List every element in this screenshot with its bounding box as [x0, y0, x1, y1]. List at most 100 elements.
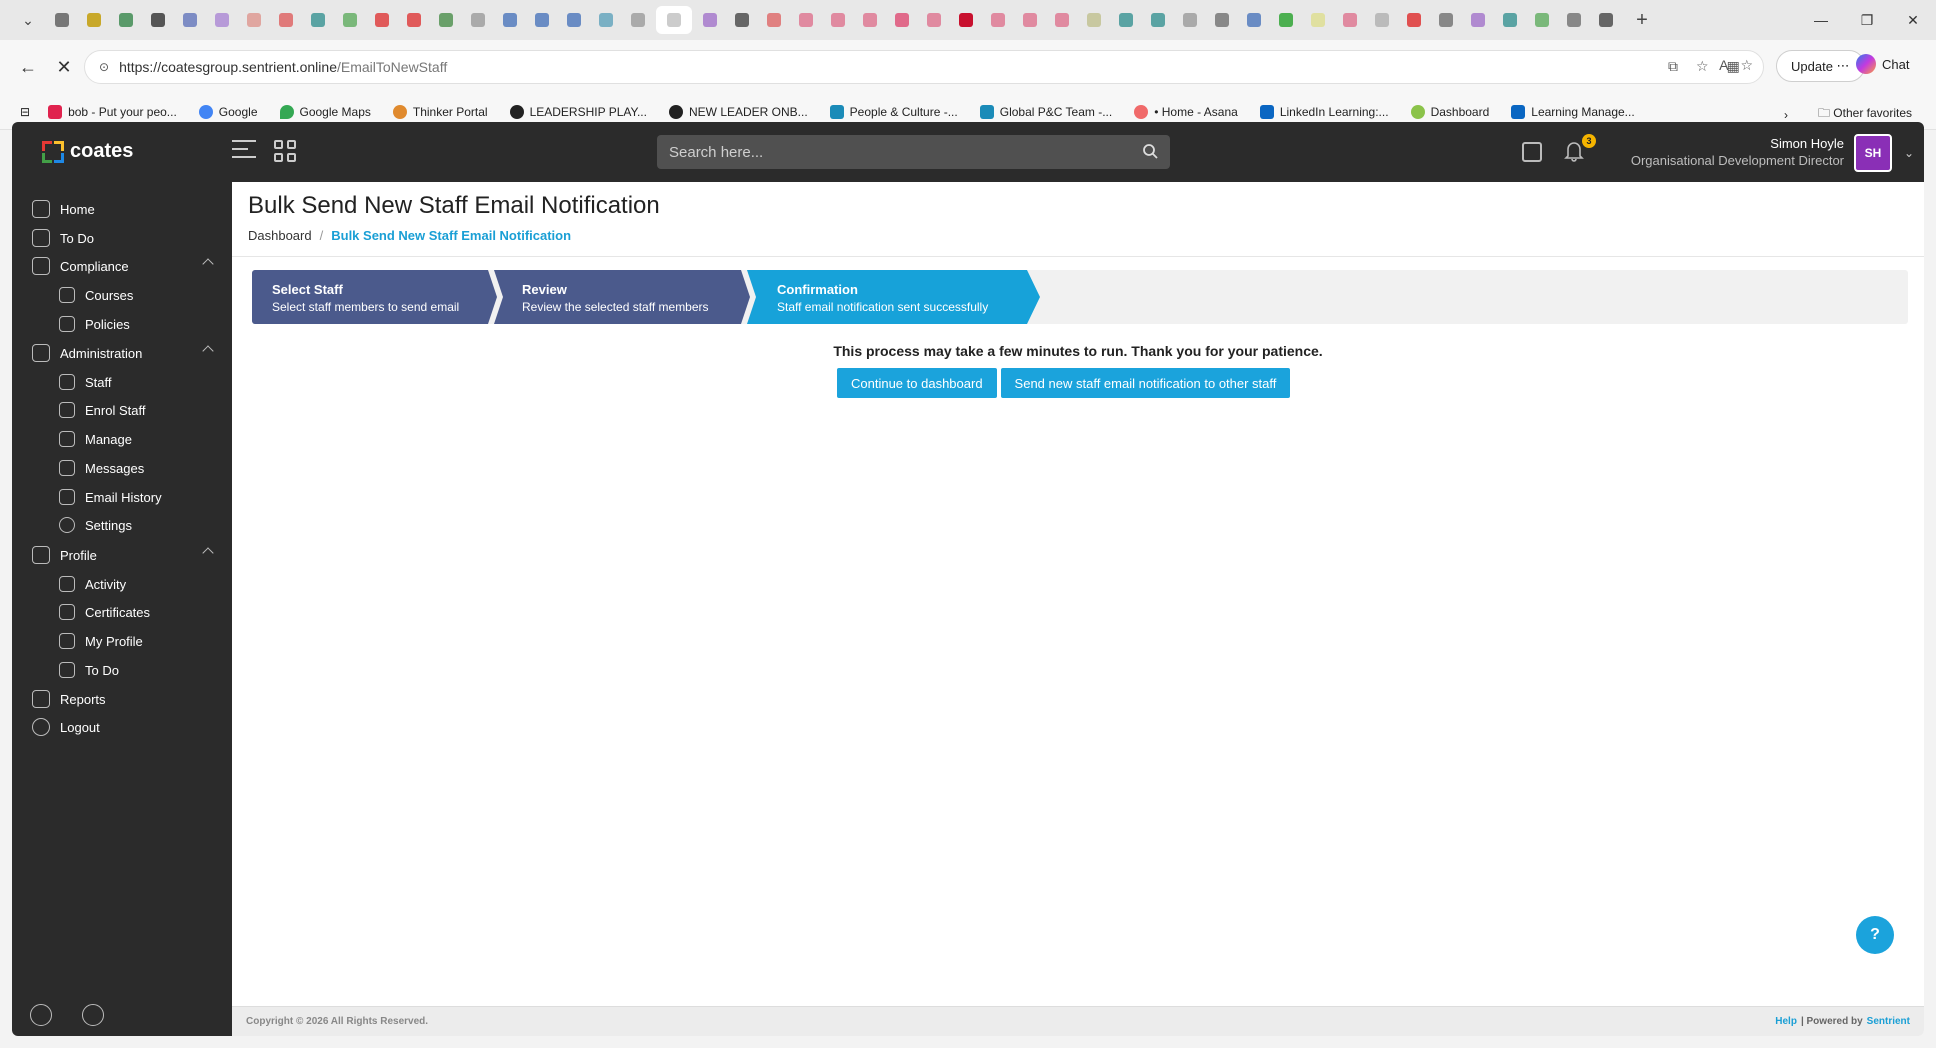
browser-tab[interactable] [760, 6, 788, 34]
browser-tab[interactable] [728, 6, 756, 34]
browser-tab[interactable] [400, 6, 428, 34]
sidebar-item-profile[interactable]: Profile [12, 540, 232, 570]
browser-tab[interactable] [1528, 6, 1556, 34]
search-icon[interactable] [1142, 143, 1158, 159]
browser-tab[interactable] [560, 6, 588, 34]
sidebar-item-manage[interactable]: Manage [12, 424, 232, 454]
search-input[interactable] [669, 143, 1109, 161]
browser-tab[interactable] [1304, 6, 1332, 34]
sidebar-item-reports[interactable]: Reports [12, 684, 232, 714]
sidebar-item-certificates[interactable]: Certificates [12, 597, 232, 627]
favorite-star-icon[interactable]: ☆ [1740, 57, 1753, 74]
browser-tab[interactable] [1496, 6, 1524, 34]
browser-tab[interactable] [112, 6, 140, 34]
bookmark-item[interactable]: Dashboard [1410, 104, 1489, 119]
reading-mode-icon[interactable]: ⊟ [20, 105, 30, 119]
browser-tab[interactable] [624, 6, 652, 34]
browser-tab[interactable] [696, 6, 724, 34]
help-link[interactable]: Help [1775, 1016, 1797, 1027]
sidebar-item-policies[interactable]: Policies [12, 309, 232, 339]
bookmark-item[interactable]: NEW LEADER ONB... [668, 104, 808, 119]
copilot-chat-button[interactable]: Chat [1856, 54, 1909, 74]
browser-tab[interactable] [336, 6, 364, 34]
bookmark-item[interactable]: bob - Put your peo... [48, 104, 177, 119]
tab-actions-icon[interactable]: ⌄ [14, 6, 42, 34]
bookmark-item[interactable]: • Home - Asana [1134, 104, 1238, 119]
minimize-icon[interactable]: — [1798, 0, 1844, 40]
help-fab-button[interactable]: ? [1856, 916, 1894, 954]
sidebar-item-messages[interactable]: Messages [12, 453, 232, 483]
vendor-link[interactable]: Sentrient [1867, 1016, 1910, 1027]
bookmark-item[interactable]: People & Culture -... [829, 104, 958, 119]
browser-tab[interactable] [464, 6, 492, 34]
bookmark-item[interactable]: Google [198, 104, 258, 119]
gear-icon[interactable] [82, 1004, 104, 1026]
browser-tab[interactable] [1464, 6, 1492, 34]
browser-tab[interactable] [1336, 6, 1364, 34]
browser-tab[interactable] [888, 6, 916, 34]
sidebar-item-courses[interactable]: Courses [12, 280, 232, 310]
browser-tab[interactable] [80, 6, 108, 34]
bookmark-item[interactable]: LinkedIn Learning:... [1259, 104, 1389, 119]
avatar[interactable]: SH [1854, 134, 1892, 172]
send-to-other-staff-button[interactable]: Send new staff email notification to oth… [1000, 368, 1291, 398]
browser-tab[interactable] [984, 6, 1012, 34]
browser-tab[interactable] [1112, 6, 1140, 34]
browser-tab[interactable] [528, 6, 556, 34]
browser-tab[interactable] [1432, 6, 1460, 34]
stop-loading-icon[interactable]: ✕ [48, 51, 80, 83]
browser-tab[interactable] [952, 6, 980, 34]
sidebar-item-staff[interactable]: Staff [12, 367, 232, 397]
browser-tab[interactable] [304, 6, 332, 34]
bookmark-item[interactable]: Google Maps [279, 104, 371, 119]
breadcrumb-dashboard-link[interactable]: Dashboard [248, 228, 312, 243]
chevron-right-icon[interactable]: › [1784, 108, 1788, 122]
browser-tab[interactable] [1176, 6, 1204, 34]
sidebar-item-my-profile[interactable]: My Profile [12, 626, 232, 656]
sidebar-item-compliance[interactable]: Compliance [12, 251, 232, 281]
browser-tab[interactable] [432, 6, 460, 34]
sidebar-item-profile-todo[interactable]: To Do [12, 655, 232, 685]
todo-checklist-icon[interactable] [1522, 142, 1542, 162]
browser-tab[interactable] [368, 6, 396, 34]
browser-tab[interactable] [1080, 6, 1108, 34]
update-button[interactable]: Update ⋯ [1776, 50, 1865, 82]
sidebar-item-home[interactable]: Home [12, 194, 232, 224]
browser-tab[interactable] [1240, 6, 1268, 34]
sidebar-item-logout[interactable]: Logout [12, 712, 232, 742]
browser-tab[interactable] [1208, 6, 1236, 34]
brand-logo[interactable]: coates [42, 140, 133, 163]
browser-tab[interactable] [1144, 6, 1172, 34]
browser-tab[interactable] [1368, 6, 1396, 34]
favorites-icon[interactable]: ☆ [1696, 58, 1709, 75]
sidebar-item-administration[interactable]: Administration [12, 338, 232, 368]
bookmark-item[interactable]: LEADERSHIP PLAY... [509, 104, 647, 119]
sidebar-item-enrol-staff[interactable]: Enrol Staff [12, 395, 232, 425]
browser-tab[interactable] [144, 6, 172, 34]
browser-tab[interactable] [856, 6, 884, 34]
browser-tab[interactable] [1272, 6, 1300, 34]
url-bar[interactable]: ⊙ https://coatesgroup.sentrient.online/E… [84, 50, 1764, 84]
restore-icon[interactable]: ❐ [1844, 0, 1890, 40]
continue-to-dashboard-button[interactable]: Continue to dashboard [837, 368, 997, 398]
browser-tab[interactable] [920, 6, 948, 34]
sidebar-item-activity[interactable]: Activity [12, 569, 232, 599]
browser-tab[interactable] [48, 6, 76, 34]
browser-tab[interactable] [592, 6, 620, 34]
browser-tab[interactable] [1048, 6, 1076, 34]
browser-tab[interactable] [792, 6, 820, 34]
browser-tab[interactable] [1592, 6, 1620, 34]
browser-tab[interactable] [1400, 6, 1428, 34]
browser-tab[interactable] [208, 6, 236, 34]
close-window-icon[interactable]: ✕ [1890, 0, 1936, 40]
browser-tab[interactable] [1560, 6, 1588, 34]
team-icon[interactable] [30, 1004, 52, 1026]
browser-tab[interactable] [824, 6, 852, 34]
browser-tab[interactable] [1016, 6, 1044, 34]
browser-tab[interactable] [496, 6, 524, 34]
menu-toggle-icon[interactable] [232, 140, 256, 162]
site-info-icon[interactable]: ⊙ [99, 60, 109, 74]
sidebar-item-todo[interactable]: To Do [12, 223, 232, 253]
sidebar-item-settings[interactable]: Settings [12, 510, 232, 540]
bookmark-item[interactable]: Learning Manage... [1511, 104, 1635, 119]
